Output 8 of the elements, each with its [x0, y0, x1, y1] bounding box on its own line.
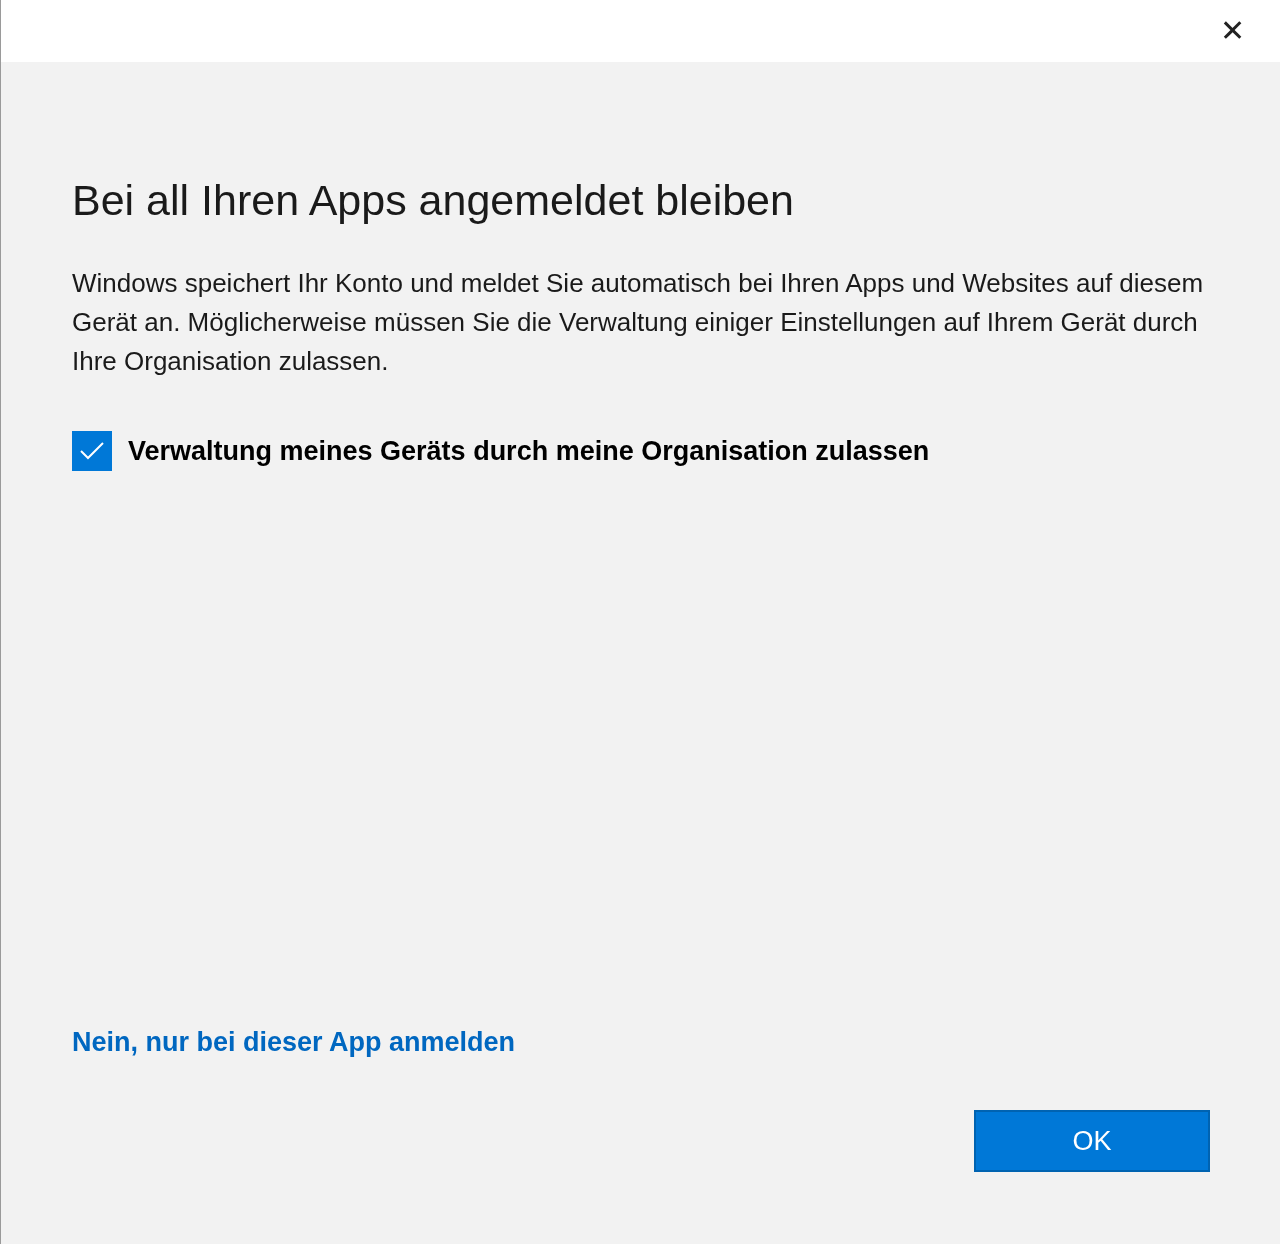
- checkbox-label: Verwaltung meines Geräts durch meine Organisation zulassen: [128, 435, 930, 468]
- dialog-title: Bei all Ihren Apps angemeldet bleiben: [72, 175, 795, 226]
- close-button[interactable]: ✕: [1212, 11, 1252, 51]
- ok-button[interactable]: OK: [974, 1110, 1210, 1172]
- description-text: Windows speichert Ihr Konto und meldet Sie automatisch bei Ihren Apps und Websites auf diesem Gerät an. Möglicherweise müssen Sie die Verwaltung einiger Einstellungen auf Ihrem Gerät durch Ihre Organisation zulassen.: [72, 267, 1205, 378]
- sign-in-this-app-link[interactable]: Nein, nur bei dieser App anmelden: [72, 1021, 516, 1062]
- checkmark-icon: [79, 441, 105, 462]
- checkbox[interactable]: [72, 431, 112, 472]
